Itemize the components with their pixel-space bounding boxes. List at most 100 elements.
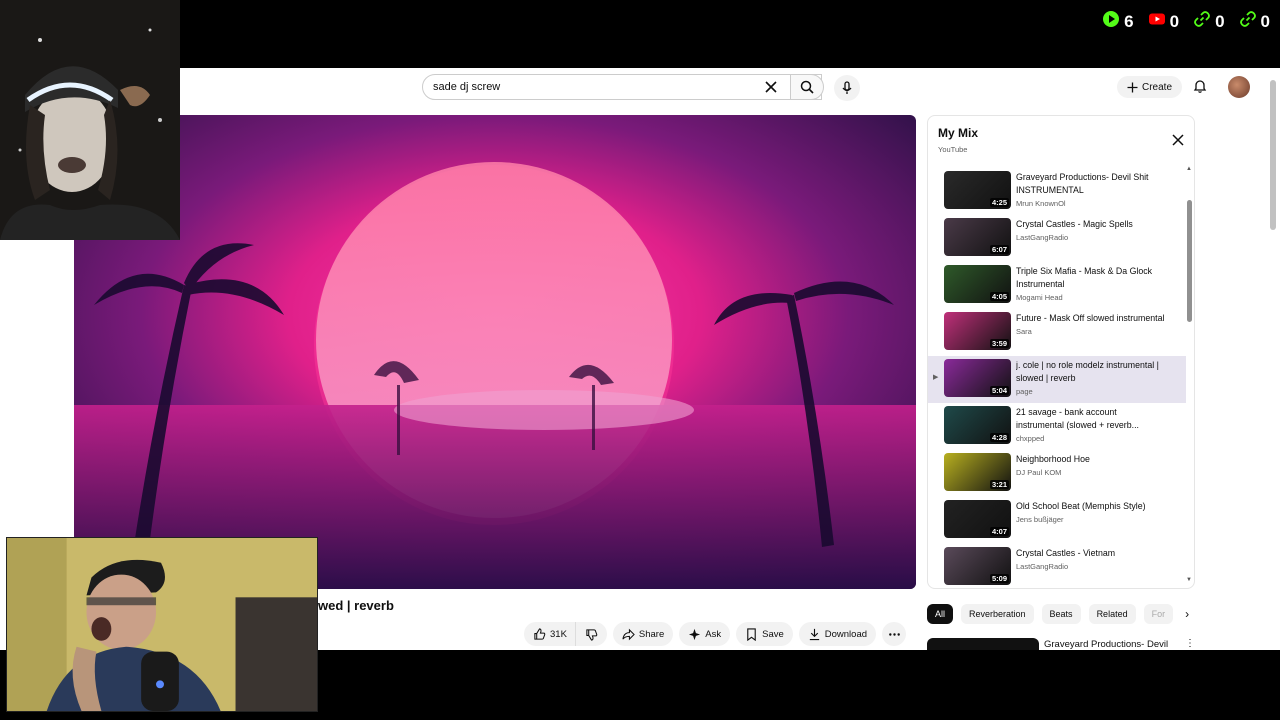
video-player[interactable] (74, 115, 916, 589)
filter-chip[interactable]: Related (1088, 604, 1136, 624)
mix-item-title[interactable]: Future - Mask Off slowed instrumental (1016, 312, 1166, 325)
mix-item-thumbnail[interactable]: 5:09 (944, 547, 1011, 585)
mix-subtitle: YouTube (938, 145, 968, 154)
mix-item[interactable]: 4:07 Old School Beat (Memphis Style) Jens … (928, 497, 1186, 544)
mix-item-title[interactable]: j. cole | no role modelz instrumental | … (1016, 359, 1166, 385)
mix-item-meta: Future - Mask Off slowed instrumental Sar… (1016, 312, 1166, 356)
thumbs-down-icon (586, 628, 598, 641)
mix-item[interactable]: 4:25 Graveyard Productions- Devil Shit IN… (928, 168, 1186, 215)
related-video-item[interactable]: Graveyard Productions- Devil ⋮ (927, 638, 1197, 650)
save-button[interactable]: Save (736, 622, 793, 646)
webcam-overlay-bottom (6, 537, 318, 712)
download-label: Download (824, 628, 868, 640)
mix-item-channel: DJ Paul KOM (1016, 468, 1062, 477)
mix-item-title[interactable]: Old School Beat (Memphis Style) (1016, 500, 1166, 513)
link-icon (1239, 10, 1257, 33)
video-frame-synthwave-sunset (74, 115, 916, 589)
mix-item[interactable]: 3:21 Neighborhood Hoe DJ Paul KOM (928, 450, 1186, 497)
link-icon (1193, 10, 1211, 33)
download-button[interactable]: Download (798, 622, 877, 646)
duration-badge: 3:21 (989, 480, 1009, 489)
mix-item-thumbnail[interactable]: 4:05 (944, 265, 1011, 303)
mix-item[interactable]: 4:05 Triple Six Mafia - Mask & Da Glock I… (928, 262, 1186, 309)
page-scrollbar[interactable] (1270, 80, 1276, 230)
filter-chip[interactable]: Reverberation (961, 604, 1034, 624)
duration-badge: 5:04 (989, 386, 1009, 395)
mix-item-thumbnail[interactable]: 4:07 (944, 500, 1011, 538)
dislike-button[interactable] (574, 622, 607, 646)
mix-item[interactable]: 6:07 Crystal Castles - Magic Spells LastGa… (928, 215, 1186, 262)
scroll-up-arrow-icon[interactable]: ▲ (1186, 166, 1192, 172)
mix-item-channel: chxpped (1016, 434, 1045, 443)
mix-scrollbar[interactable] (1187, 200, 1192, 322)
related-video-title[interactable]: Graveyard Productions- Devil (1044, 639, 1168, 650)
notifications-bell-icon[interactable] (1192, 78, 1208, 94)
ask-label: Ask (705, 628, 722, 640)
mix-item-channel: LastGangRadio (1016, 562, 1069, 571)
counter-value: 0 (1169, 11, 1180, 31)
account-avatar[interactable] (1228, 76, 1250, 98)
mix-item-meta: 21 savage - bank account instrumental (s… (1016, 406, 1166, 450)
create-button[interactable]: Create (1117, 76, 1183, 98)
mix-item-title[interactable]: Crystal Castles - Vietnam (1016, 547, 1166, 560)
voice-search-button[interactable] (834, 75, 860, 101)
clear-search-icon[interactable] (764, 80, 778, 94)
stream-counter: 0 (1239, 10, 1270, 33)
filter-chip[interactable]: For (1143, 604, 1174, 624)
more-vertical-icon[interactable]: ⋮ (1185, 638, 1195, 649)
mix-title: My Mix (938, 126, 979, 140)
share-button[interactable]: Share (612, 622, 674, 646)
more-actions-button[interactable] (882, 622, 907, 646)
mix-item-channel: Sara (1016, 327, 1032, 336)
mix-item[interactable]: 4:28 21 savage - bank account instrumenta… (928, 403, 1186, 450)
mix-item[interactable]: ▶ 5:04 j. cole | no role modelz instrument… (928, 356, 1186, 403)
chevron-right-icon[interactable]: › (1185, 607, 1189, 621)
mix-item-title[interactable]: Triple Six Mafia - Mask & Da Glock Instr… (1016, 265, 1166, 291)
mix-item-channel: Jens bußjäger (1016, 515, 1064, 524)
filter-chip[interactable]: Beats (1041, 604, 1081, 624)
create-label: Create (1142, 81, 1173, 93)
download-icon (809, 628, 819, 640)
mix-item-title[interactable]: 21 savage - bank account instrumental (s… (1016, 406, 1166, 432)
counter-value: 0 (1215, 11, 1225, 31)
bookmark-icon (747, 627, 756, 641)
microphone-icon (842, 81, 852, 94)
related-video-thumbnail[interactable] (927, 638, 1039, 650)
duration-badge: 4:28 (989, 433, 1009, 442)
stream-stats-bar: 6 0 0 0 (1102, 10, 1270, 33)
mix-item-thumbnail[interactable]: 3:59 (944, 312, 1011, 350)
search-input[interactable]: sade dj screw (422, 74, 822, 100)
scroll-down-arrow-icon[interactable]: ▼ (1186, 577, 1192, 583)
plus-icon (1127, 82, 1138, 92)
mix-item-thumbnail[interactable]: 4:28 (944, 406, 1011, 444)
mix-item-meta: Neighborhood Hoe DJ Paul KOM (1016, 453, 1166, 497)
duration-badge: 4:05 (989, 292, 1009, 301)
mix-item[interactable]: 5:09 Crystal Castles - Vietnam LastGangRad… (928, 544, 1186, 588)
search-button[interactable] (790, 74, 824, 100)
mix-item-meta: Old School Beat (Memphis Style) Jens bußj… (1016, 500, 1166, 544)
ask-button[interactable]: Ask (679, 622, 731, 646)
mix-item-title[interactable]: Neighborhood Hoe (1016, 453, 1166, 466)
now-playing-icon: ▶ (933, 374, 939, 381)
mix-item-title[interactable]: Crystal Castles - Magic Spells (1016, 218, 1166, 231)
filter-chip[interactable]: All (927, 604, 954, 624)
youtube-icon (1148, 10, 1166, 33)
mix-item-thumbnail[interactable]: 3:21 (944, 453, 1011, 491)
like-button[interactable]: 31K (524, 622, 575, 646)
mix-item-thumbnail[interactable]: 5:04 (944, 359, 1011, 397)
search-query: sade dj screw (433, 81, 501, 93)
mix-item-meta: j. cole | no role modelz instrumental | … (1016, 359, 1166, 403)
more-horizontal-icon (888, 632, 900, 636)
mix-item-thumbnail[interactable]: 4:25 (944, 171, 1011, 209)
save-label: Save (762, 628, 784, 640)
stream-counter: 0 (1148, 10, 1179, 33)
mix-item-title[interactable]: Graveyard Productions- Devil Shit INSTRU… (1016, 171, 1166, 197)
like-count: 31K (550, 628, 567, 640)
mix-item-thumbnail[interactable]: 6:07 (944, 218, 1011, 256)
thumbs-up-icon (534, 627, 546, 640)
close-icon[interactable] (1171, 133, 1185, 147)
duration-badge: 3:59 (989, 339, 1009, 348)
counter-value: 0 (1260, 11, 1270, 31)
mix-item[interactable]: 3:59 Future - Mask Off slowed instrumenta… (928, 309, 1186, 356)
webcam-person-image (7, 538, 317, 711)
